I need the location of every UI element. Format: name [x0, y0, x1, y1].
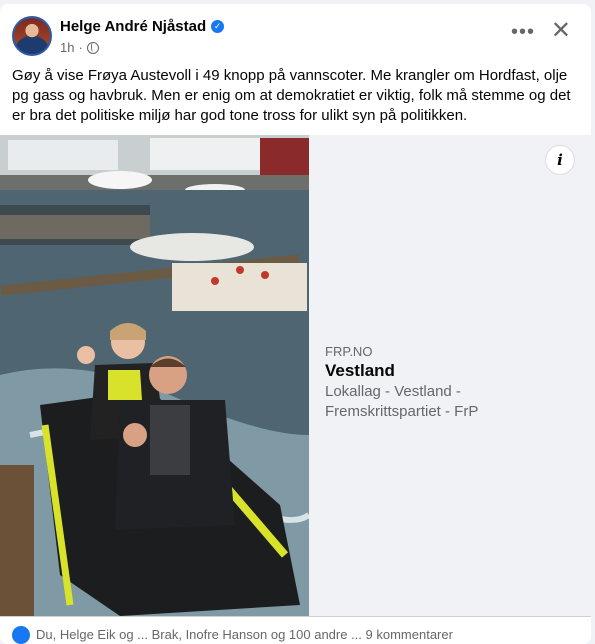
info-icon[interactable]: i — [545, 145, 575, 175]
link-preview[interactable]: i FRP.NO Vestland Lokallag - Vestland - … — [309, 135, 591, 616]
verified-badge-icon: ✓ — [211, 20, 225, 33]
post-meta: 1h · — [60, 40, 99, 55]
globe-icon[interactable] — [86, 41, 99, 54]
close-icon[interactable]: ✕ — [551, 19, 571, 43]
like-reaction-icon[interactable] — [12, 626, 30, 644]
link-description: Lokallag - Vestland - Fremskrittspartiet… — [325, 383, 479, 420]
author-avatar[interactable] — [12, 16, 52, 56]
reactions-bar: Du, Helge Eik og ... Brak, Inofre Hanson… — [0, 616, 591, 644]
author-row: Helge André Njåstad ✓ — [60, 18, 225, 35]
link-domain: FRP.NO — [325, 344, 373, 359]
ellipsis-icon[interactable]: ••• — [511, 22, 535, 42]
reactions-summary[interactable]: Du, Helge Eik og ... Brak, Inofre Hanson… — [36, 627, 453, 642]
author-name[interactable]: Helge André Njåstad — [60, 18, 206, 35]
meta-separator: · — [78, 40, 83, 55]
post-time[interactable]: 1h — [60, 40, 74, 55]
post-header: Helge André Njåstad ✓ 1h · ••• ✕ — [12, 16, 579, 60]
post-card: Helge André Njåstad ✓ 1h · ••• ✕ Gøy å v… — [0, 4, 591, 644]
jet-ski-photo — [0, 135, 309, 616]
post-photo[interactable] — [0, 135, 309, 616]
post-text: Gøy å vise Frøya Austevoll i 49 knopp på… — [12, 67, 571, 124]
link-title[interactable]: Vestland — [325, 361, 395, 381]
